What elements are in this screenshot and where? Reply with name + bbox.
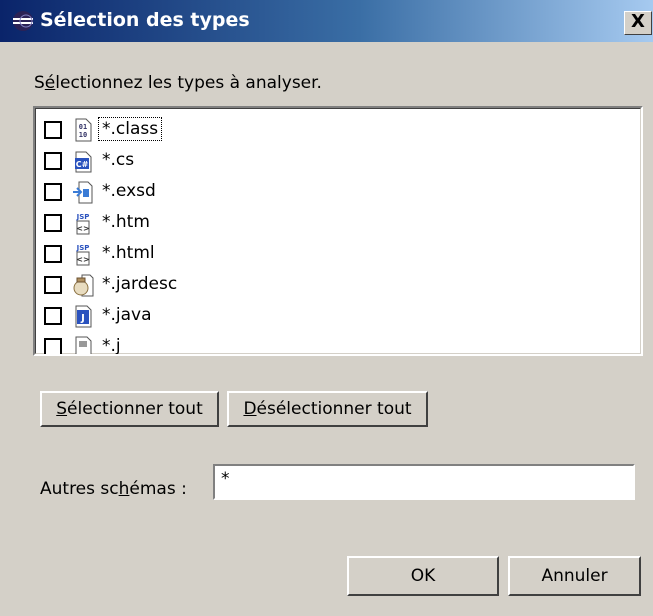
list-item[interactable]: JSP <> *.html bbox=[42, 239, 602, 269]
svg-text:J: J bbox=[80, 313, 85, 324]
checkbox[interactable] bbox=[44, 276, 62, 294]
svg-text:JSP: JSP bbox=[76, 213, 90, 221]
jsp-file-icon: JSP <> bbox=[72, 242, 94, 266]
checkbox[interactable] bbox=[44, 245, 62, 263]
list-item[interactable]: 01 10 *.class bbox=[42, 115, 602, 145]
list-item[interactable]: *.jardesc bbox=[42, 270, 602, 300]
deselect-all-button[interactable]: Désélectionner tout bbox=[227, 391, 428, 427]
type-label: *.htm bbox=[102, 212, 150, 232]
svg-text:JSP: JSP bbox=[76, 244, 90, 252]
instruction-label: Sélectionnez les types à analyser. bbox=[34, 73, 322, 93]
list-item[interactable]: C# *.cs bbox=[42, 146, 602, 176]
svg-text:<>: <> bbox=[76, 224, 89, 233]
svg-text:10: 10 bbox=[79, 131, 87, 139]
csharp-file-icon: C# bbox=[72, 149, 94, 173]
select-all-button[interactable]: Sélectionner tout bbox=[40, 391, 219, 427]
svg-text:01: 01 bbox=[79, 123, 87, 131]
list-item[interactable]: *.j bbox=[42, 332, 602, 356]
checkbox[interactable] bbox=[44, 307, 62, 325]
cancel-button[interactable]: Annuler bbox=[508, 556, 641, 596]
eclipse-icon bbox=[10, 9, 36, 33]
ok-button[interactable]: OK bbox=[347, 556, 499, 596]
svg-text:C#: C# bbox=[76, 160, 89, 169]
svg-text:<>: <> bbox=[76, 255, 89, 264]
exsd-file-icon bbox=[72, 180, 94, 204]
type-label: *.exsd bbox=[102, 181, 156, 201]
java-file-icon: J bbox=[72, 304, 94, 328]
file-icon bbox=[72, 335, 94, 354]
checkbox[interactable] bbox=[44, 338, 62, 354]
jsp-file-icon: JSP <> bbox=[72, 211, 94, 235]
type-label: *.jardesc bbox=[102, 274, 178, 294]
close-button[interactable]: X bbox=[624, 11, 652, 35]
list-item[interactable]: J *.java bbox=[42, 301, 602, 331]
types-list[interactable]: 01 10 *.class C# *.cs *.exsd JSP <> *.htm bbox=[33, 106, 643, 356]
type-label: *.class bbox=[97, 117, 163, 141]
checkbox[interactable] bbox=[44, 214, 62, 232]
class-file-icon: 01 10 bbox=[72, 118, 94, 142]
type-label: *.java bbox=[102, 305, 152, 325]
jar-file-icon bbox=[72, 273, 94, 297]
type-label: *.cs bbox=[102, 150, 135, 170]
checkbox[interactable] bbox=[44, 121, 62, 139]
list-item[interactable]: *.exsd bbox=[42, 177, 602, 207]
title-bar: Sélection des types X bbox=[0, 0, 653, 42]
type-label: *.html bbox=[102, 243, 155, 263]
window-title: Sélection des types bbox=[40, 9, 250, 31]
checkbox[interactable] bbox=[44, 183, 62, 201]
list-item[interactable]: JSP <> *.htm bbox=[42, 208, 602, 238]
checkbox[interactable] bbox=[44, 152, 62, 170]
type-label: *.j bbox=[102, 336, 121, 356]
other-patterns-input[interactable]: * bbox=[213, 464, 635, 500]
other-patterns-label: Autres schémas : bbox=[40, 479, 187, 499]
